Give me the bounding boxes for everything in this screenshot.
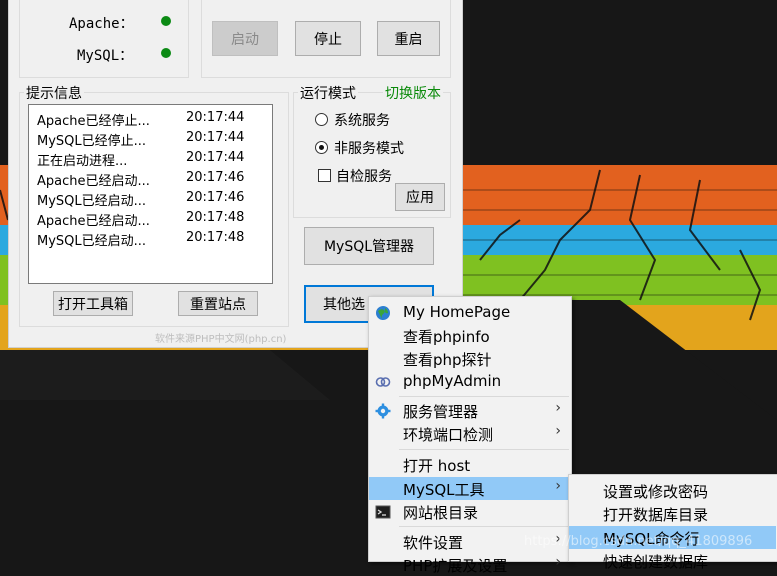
- menu-separator: [399, 526, 569, 527]
- terminal-icon: [375, 505, 391, 519]
- menu-item-label: 服务管理器: [403, 403, 479, 421]
- apply-button[interactable]: 应用: [395, 183, 445, 211]
- log-message: MySQL已经停止...: [37, 134, 147, 149]
- other-options-menu: My HomePage 查看phpinfo 查看php探针 phpMyAdmin…: [368, 296, 572, 575]
- menu-item-mysql-tools[interactable]: MySQL工具 ›: [369, 477, 571, 500]
- menu-item-label: 查看php探针: [403, 351, 492, 369]
- submenu-item-quick-create-db[interactable]: 快速创建数据库: [569, 549, 776, 572]
- service-status-group: Apache： MySQL：: [19, 0, 189, 78]
- self-check-label: 自检服务: [336, 169, 392, 185]
- log-time: 20:17:48: [186, 210, 245, 225]
- menu-item-label: 环境端口检测: [403, 426, 494, 444]
- log-message: Apache已经停止...: [37, 114, 150, 129]
- menu-item-label: phpMyAdmin: [403, 372, 502, 390]
- menu-item-label: 查看phpinfo: [403, 328, 490, 346]
- menu-item-port-check[interactable]: 环境端口检测 ›: [369, 422, 571, 445]
- log-time: 20:17:46: [186, 170, 245, 185]
- menu-item-php-extensions[interactable]: PHP扩展及设置 ›: [369, 553, 571, 576]
- globe-icon: [376, 306, 390, 320]
- mysql-manager-button[interactable]: MySQL管理器: [304, 227, 434, 265]
- menu-item-phpinfo[interactable]: 查看phpinfo: [369, 324, 571, 347]
- rings-icon: [375, 377, 391, 387]
- apache-status-indicator: [161, 16, 171, 26]
- software-credit-text: 软件来源PHP中文网(php.cn): [155, 334, 287, 345]
- menu-separator: [399, 396, 569, 397]
- submenu-item-label: 打开数据库目录: [603, 506, 709, 524]
- menu-item-php-probe[interactable]: 查看php探针: [369, 347, 571, 370]
- submenu-arrow-icon: ›: [555, 400, 561, 416]
- log-message: MySQL已经启动...: [37, 234, 147, 249]
- submenu-item-set-password[interactable]: 设置或修改密码: [569, 479, 776, 502]
- switch-version-link[interactable]: 切换版本: [383, 83, 443, 103]
- log-time: 20:17:46: [186, 190, 245, 205]
- submenu-item-open-db-dir[interactable]: 打开数据库目录: [569, 502, 776, 525]
- submenu-arrow-icon: ›: [555, 478, 561, 494]
- menu-item-label: 网站根目录: [403, 504, 479, 522]
- menu-item-phpmyadmin[interactable]: phpMyAdmin: [369, 370, 571, 393]
- menu-item-label: My HomePage: [403, 303, 511, 321]
- log-group-title: 提示信息: [24, 83, 84, 103]
- menu-item-open-host[interactable]: 打开 host: [369, 453, 571, 476]
- menu-item-my-homepage[interactable]: My HomePage: [369, 301, 571, 324]
- mysql-status-label: MySQL：: [77, 48, 134, 64]
- menu-item-label: 打开 host: [403, 457, 471, 475]
- menu-item-label: MySQL工具: [403, 481, 485, 499]
- menu-item-label: 软件设置: [403, 534, 464, 552]
- log-message: Apache已经启动...: [37, 214, 150, 229]
- log-message: 正在启动进程...: [37, 154, 128, 169]
- submenu-item-label: 设置或修改密码: [603, 483, 709, 501]
- log-time: 20:17:44: [186, 150, 245, 165]
- run-mode-title: 运行模式: [298, 83, 358, 103]
- submenu-arrow-icon: ›: [555, 423, 561, 439]
- mysql-status-indicator: [161, 48, 171, 58]
- submenu-arrow-icon: ›: [555, 554, 561, 570]
- menu-item-service-manager[interactable]: 服务管理器 ›: [369, 399, 571, 422]
- open-toolbox-button[interactable]: 打开工具箱: [53, 291, 133, 316]
- apache-status-label: Apache：: [69, 16, 134, 32]
- log-message: Apache已经启动...: [37, 174, 150, 189]
- menu-separator: [399, 449, 569, 450]
- reset-site-button[interactable]: 重置站点: [178, 291, 258, 316]
- system-service-radio[interactable]: [315, 113, 328, 126]
- log-list[interactable]: Apache已经停止... 20:17:44 MySQL已经停止... 20:1…: [28, 104, 273, 284]
- restart-button[interactable]: 重启: [377, 21, 440, 56]
- log-time: 20:17:44: [186, 130, 245, 145]
- gear-icon: [375, 403, 391, 419]
- csdn-watermark: https://blog.csdn.net/qq_41809896: [524, 534, 753, 549]
- system-service-label: 系统服务: [334, 113, 390, 129]
- log-time: 20:17:44: [186, 110, 245, 125]
- menu-item-web-root[interactable]: 网站根目录: [369, 500, 571, 523]
- menu-item-label: PHP扩展及设置: [403, 557, 508, 575]
- stop-button[interactable]: 停止: [295, 21, 361, 56]
- non-service-radio[interactable]: [315, 141, 328, 154]
- service-control-group: 启动 停止 重启: [201, 0, 451, 78]
- self-check-checkbox[interactable]: [318, 169, 331, 182]
- start-button[interactable]: 启动: [212, 21, 278, 56]
- non-service-label: 非服务模式: [334, 141, 404, 157]
- log-time: 20:17:48: [186, 230, 245, 245]
- log-message: MySQL已经启动...: [37, 194, 147, 209]
